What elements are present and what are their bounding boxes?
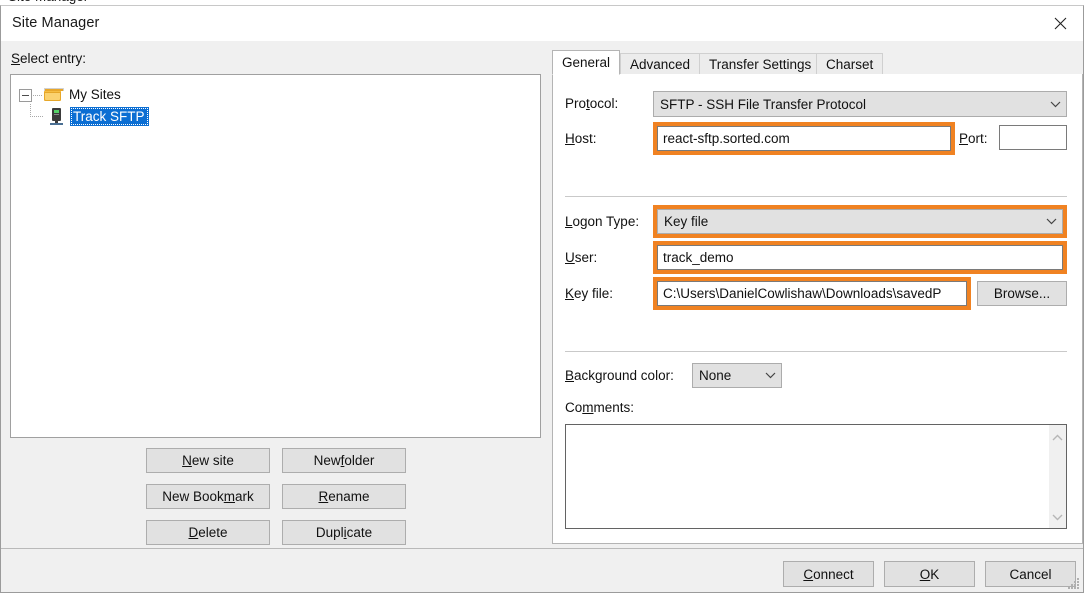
select-entry-label-rest: elect entry: bbox=[20, 51, 86, 66]
collapse-icon[interactable] bbox=[19, 89, 32, 102]
user-value: track_demo bbox=[658, 250, 734, 265]
close-button[interactable] bbox=[1037, 6, 1083, 41]
site-manager-dialog: Site Manager Select entry: My Sites bbox=[0, 5, 1084, 593]
duplicate-button[interactable]: Duplicate bbox=[282, 520, 406, 545]
protocol-label: Protocol: bbox=[565, 96, 618, 111]
page-title: Site Manager bbox=[12, 15, 99, 31]
port-label: Port: bbox=[959, 131, 988, 146]
section-divider bbox=[565, 196, 1067, 197]
rename-button-mnemonic: R bbox=[318, 489, 328, 504]
chevron-down-icon bbox=[759, 372, 781, 379]
new-site-button[interactable]: New site bbox=[146, 448, 270, 473]
new-site-button-label: ew site bbox=[192, 453, 234, 468]
connect-button-label: onnect bbox=[813, 567, 854, 582]
ok-button[interactable]: OK bbox=[884, 561, 975, 587]
new-folder-button[interactable]: New folder bbox=[282, 448, 406, 473]
logon-type-label: Logon Type: bbox=[565, 214, 639, 229]
host-label: Host: bbox=[565, 131, 597, 146]
key-file-input[interactable]: C:\Users\DanielCowlishaw\Downloads\saved… bbox=[657, 281, 967, 306]
tree-row[interactable]: Track SFTP bbox=[19, 106, 149, 126]
rename-button-label: ename bbox=[328, 489, 369, 504]
new-bookmark-button[interactable]: New Bookmark bbox=[146, 484, 270, 509]
new-bookmark-button-label-rest: ark bbox=[235, 489, 254, 504]
logon-type-select[interactable]: Key file bbox=[657, 209, 1063, 234]
general-tab-panel: Protocol: SFTP - SSH File Transfer Proto… bbox=[552, 74, 1083, 544]
port-label-rest: ort: bbox=[968, 131, 988, 146]
port-input[interactable] bbox=[999, 125, 1067, 150]
ok-button-mnemonic: O bbox=[920, 567, 931, 582]
tree-row[interactable]: My Sites bbox=[19, 85, 123, 105]
comments-label-rest: ments: bbox=[594, 400, 635, 415]
background-window-title: Site Manager bbox=[8, 0, 88, 4]
folder-icon bbox=[44, 88, 61, 102]
scroll-up-icon[interactable] bbox=[1052, 425, 1063, 448]
user-label-rest: ser: bbox=[575, 250, 598, 265]
tree-node-label: My Sites bbox=[67, 86, 123, 104]
tab-charset[interactable]: Charset bbox=[816, 53, 883, 75]
duplicate-button-label-rest: cate bbox=[347, 525, 373, 540]
tree-node-label-selected[interactable]: Track SFTP bbox=[70, 107, 149, 126]
logon-type-value: Key file bbox=[658, 214, 1040, 229]
logon-type-label-rest: ogon Type: bbox=[573, 214, 640, 229]
delete-button-label: elete bbox=[198, 525, 227, 540]
server-icon bbox=[50, 108, 63, 125]
key-file-label-rest: ey file: bbox=[574, 286, 613, 301]
comments-textarea[interactable] bbox=[565, 424, 1067, 529]
protocol-select[interactable]: SFTP - SSH File Transfer Protocol bbox=[653, 91, 1067, 117]
chevron-down-icon bbox=[1044, 101, 1066, 108]
new-folder-button-label: New bbox=[314, 453, 341, 468]
protocol-label-rest: ocol: bbox=[590, 96, 619, 111]
protocol-value: SFTP - SSH File Transfer Protocol bbox=[654, 97, 1044, 112]
background-color-value: None bbox=[693, 368, 759, 383]
tab-strip: General Advanced Transfer Settings Chars… bbox=[552, 50, 1083, 75]
section-divider-2 bbox=[565, 351, 1067, 352]
tab-advanced[interactable]: Advanced bbox=[620, 53, 700, 75]
new-bookmark-button-label: New Book bbox=[162, 489, 224, 504]
user-input[interactable]: track_demo bbox=[657, 245, 1063, 270]
host-value: react-sftp.sorted.com bbox=[658, 131, 790, 146]
user-label: User: bbox=[565, 250, 597, 265]
duplicate-button-label: Dupl bbox=[316, 525, 344, 540]
delete-button[interactable]: Delete bbox=[146, 520, 270, 545]
comments-label: Comments: bbox=[565, 400, 634, 415]
tab-transfer-settings[interactable]: Transfer Settings bbox=[699, 53, 821, 75]
cancel-button[interactable]: Cancel bbox=[985, 561, 1076, 587]
key-file-label: Key file: bbox=[565, 286, 613, 301]
title-bar: Site Manager bbox=[1, 6, 1083, 41]
delete-button-mnemonic: D bbox=[188, 525, 198, 540]
new-bookmark-button-mnemonic: m bbox=[224, 489, 235, 504]
connect-button-mnemonic: C bbox=[803, 567, 813, 582]
connect-button[interactable]: Connect bbox=[783, 561, 874, 587]
resize-grip-icon[interactable] bbox=[1068, 578, 1080, 590]
protocol-label-pre: Pro bbox=[565, 96, 586, 111]
comments-label-pre: Co bbox=[565, 400, 582, 415]
footer-divider bbox=[1, 548, 1083, 549]
background-color-select[interactable]: None bbox=[692, 363, 782, 388]
browse-button[interactable]: Browse... bbox=[977, 281, 1067, 306]
tab-general[interactable]: General bbox=[552, 50, 620, 75]
tree-connector bbox=[24, 106, 48, 126]
rename-button[interactable]: Rename bbox=[282, 484, 406, 509]
host-input[interactable]: react-sftp.sorted.com bbox=[657, 126, 951, 151]
select-entry-label: Select entry: bbox=[11, 51, 86, 66]
comments-scrollbar[interactable] bbox=[1049, 425, 1066, 528]
scroll-down-icon[interactable] bbox=[1052, 505, 1063, 528]
host-label-rest: ost: bbox=[575, 131, 597, 146]
chevron-down-icon bbox=[1040, 218, 1062, 225]
background-color-label: Background color: bbox=[565, 368, 674, 383]
tree-connector bbox=[33, 95, 42, 96]
key-file-value: C:\Users\DanielCowlishaw\Downloads\saved… bbox=[658, 286, 941, 301]
site-tree[interactable]: My Sites Track SFTP bbox=[10, 74, 541, 438]
new-folder-button-label-rest: older bbox=[344, 453, 374, 468]
background-color-label-rest: ackground color: bbox=[574, 368, 674, 383]
ok-button-label: K bbox=[930, 567, 939, 582]
new-site-button-mnemonic: N bbox=[182, 453, 192, 468]
close-icon bbox=[1054, 17, 1067, 30]
